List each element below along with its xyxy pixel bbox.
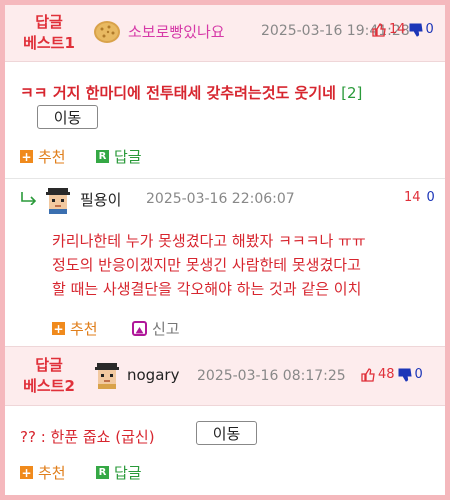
report-icon xyxy=(132,321,147,336)
up-count: 14 xyxy=(389,22,406,37)
best-label-2: 답글 베스트2 xyxy=(19,355,79,397)
recommend-button[interactable]: + 추천 xyxy=(20,462,66,483)
move-button[interactable]: 이동 xyxy=(196,421,257,445)
plus-icon: + xyxy=(20,149,33,164)
comment-content: ㅋㅋ 거지 한마디에 전투태세 갖추려는것도 웃기네 [2] xyxy=(20,82,362,103)
pixel-avatar-icon[interactable] xyxy=(44,186,72,214)
pixel-avatar-icon[interactable] xyxy=(93,361,121,389)
report-button[interactable]: 신고 xyxy=(132,318,180,339)
up-count: 14 xyxy=(404,190,421,205)
reply-count[interactable]: [2] xyxy=(341,84,362,102)
thumbs-down-icon[interactable] xyxy=(398,368,412,382)
best-label-line1: 답글 xyxy=(35,13,63,31)
r-icon: R xyxy=(96,466,109,479)
comment-date: 2025-03-16 22:06:07 xyxy=(146,191,295,207)
best-label-line1: 답글 xyxy=(35,356,63,374)
vote-counts: 14 0 xyxy=(372,22,434,37)
recommend-label: 추천 xyxy=(38,464,66,482)
best-comment-2-header: 답글 베스트2 nogary 2025-03-16 08:17:25 48 0 xyxy=(5,346,445,406)
comment-text: ㅋㅋ 거지 한마디에 전투태세 갖추려는것도 웃기네 xyxy=(20,84,336,102)
best-label-line2: 베스트1 xyxy=(23,34,75,52)
plus-icon: + xyxy=(52,321,65,336)
reply-button[interactable]: R 답글 xyxy=(96,462,142,483)
thumbs-down-icon[interactable] xyxy=(409,23,423,37)
bread-avatar-icon[interactable] xyxy=(93,17,121,45)
vote-counts: 48 0 xyxy=(361,367,423,382)
recommend-label: 추천 xyxy=(70,320,98,338)
reply-label: 답글 xyxy=(114,464,142,482)
nickname[interactable]: nogary xyxy=(127,366,179,384)
vote-counts: 14 0 xyxy=(404,190,435,205)
up-count: 48 xyxy=(378,367,395,382)
thumbs-up-icon[interactable] xyxy=(372,22,386,37)
recommend-label: 추천 xyxy=(38,148,66,166)
reply-button[interactable]: R 답글 xyxy=(96,146,142,167)
reply-line: 할 때는 사생결단을 각오해야 하는 것과 같은 이치 xyxy=(52,280,362,298)
down-count: 0 xyxy=(414,367,423,382)
down-count: 0 xyxy=(426,190,435,205)
nickname[interactable]: 소보로빵있나요 xyxy=(128,21,225,42)
down-count: 0 xyxy=(425,22,434,37)
divider xyxy=(5,178,445,179)
reply-line: 카리나한테 누가 못생겼다고 해봤자 ㅋㅋㅋ나 ㅠㅠ xyxy=(52,232,366,250)
thumbs-up-icon[interactable] xyxy=(361,367,375,382)
nickname[interactable]: 필용이 xyxy=(80,189,121,210)
best-label-line2: 베스트2 xyxy=(23,377,75,395)
best-comment-1-header: 답글 베스트1 소보로빵있나요 2025-03-16 19:41:28 14 0 xyxy=(5,5,445,62)
comment-content: ?? : 한푼 줍쇼 (굽신) xyxy=(20,428,155,446)
best-label-1: 답글 베스트1 xyxy=(19,12,79,54)
recommend-button[interactable]: + 추천 xyxy=(52,318,98,339)
recommend-button[interactable]: + 추천 xyxy=(20,146,66,167)
reply-line: 정도의 반응이겠지만 못생긴 사람한테 못생겼다고 xyxy=(52,256,361,274)
reply-content: 카리나한테 누가 못생겼다고 해봤자 ㅋㅋㅋ나 ㅠㅠ 정도의 반응이겠지만 못생… xyxy=(52,229,437,301)
report-label: 신고 xyxy=(152,320,180,338)
comment-date: 2025-03-16 08:17:25 xyxy=(197,368,346,384)
reply-label: 답글 xyxy=(114,148,142,166)
move-button[interactable]: 이동 xyxy=(37,105,98,129)
reply-arrow-icon xyxy=(21,192,37,205)
plus-icon: + xyxy=(20,465,33,480)
r-icon: R xyxy=(96,150,109,163)
